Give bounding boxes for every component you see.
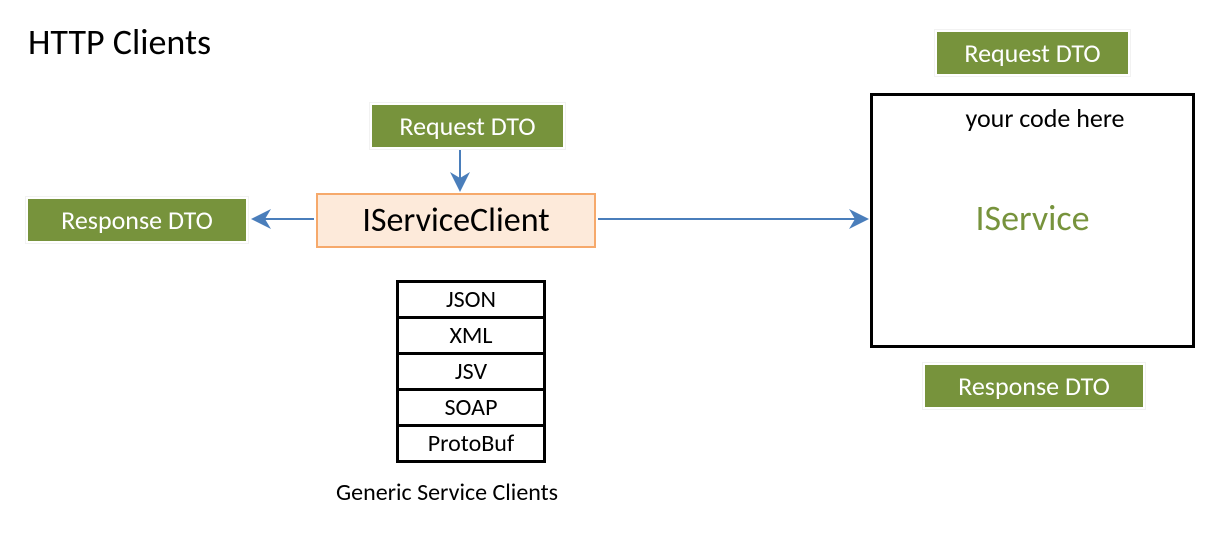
stack-caption: Generic Service Clients <box>336 478 558 507</box>
stack-row: JSV <box>399 355 543 391</box>
iservice-label: IService <box>873 196 1192 240</box>
request-dto-box-left: Request DTO <box>370 103 565 149</box>
response-dto-box-right: Response DTO <box>923 363 1145 409</box>
page-title: HTTP Clients <box>28 20 211 64</box>
response-dto-box-left: Response DTO <box>26 197 248 243</box>
iservice-container: your code here IService <box>870 93 1195 348</box>
protocol-stack: JSON XML JSV SOAP ProtoBuf <box>396 280 546 463</box>
iservice-client-box: IServiceClient <box>316 193 596 248</box>
stack-row: JSON <box>399 283 543 319</box>
your-code-here-label: your code here <box>945 102 1145 134</box>
stack-row: ProtoBuf <box>399 427 543 460</box>
request-dto-box-right: Request DTO <box>935 30 1130 76</box>
stack-row: SOAP <box>399 391 543 427</box>
stack-row: XML <box>399 319 543 355</box>
